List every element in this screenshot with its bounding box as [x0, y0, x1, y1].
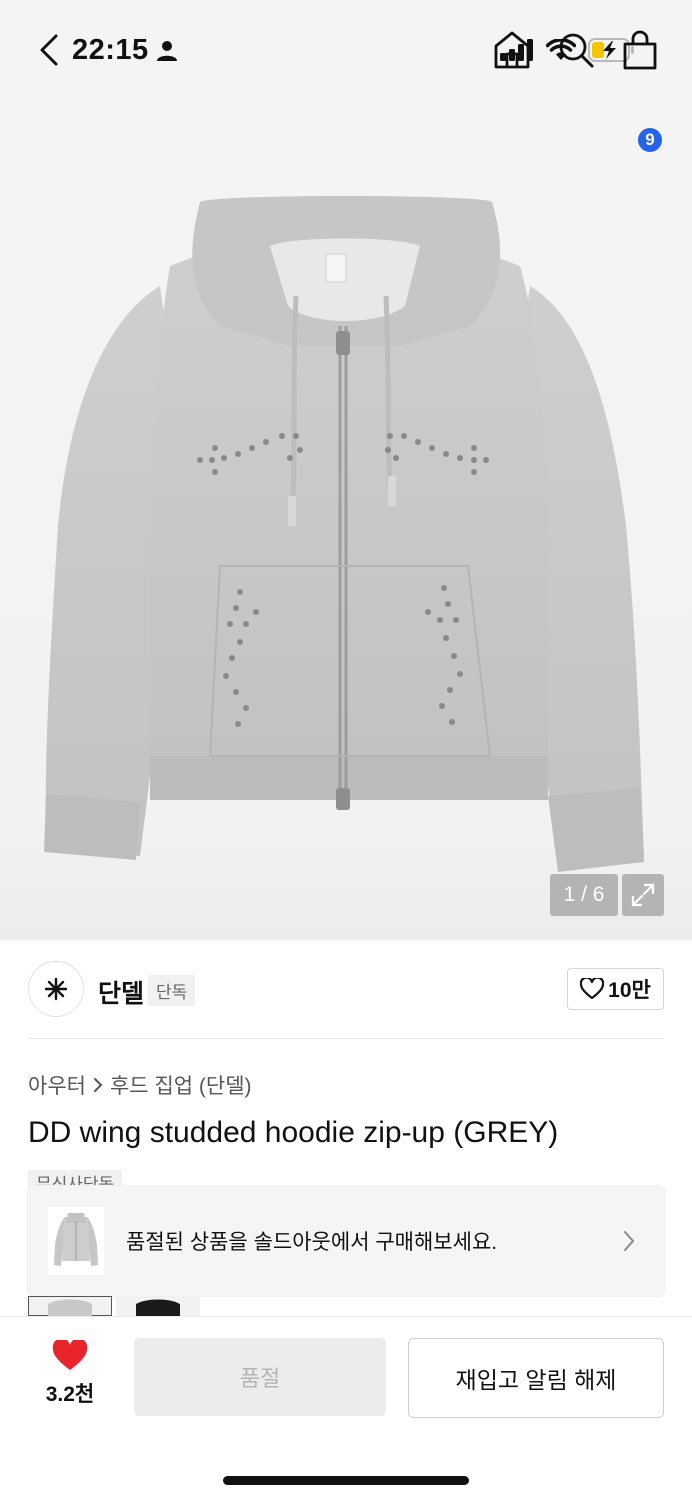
- product-image[interactable]: [0, 196, 692, 940]
- expand-icon: [631, 883, 655, 907]
- product-like-button[interactable]: 3.2천: [28, 1340, 112, 1408]
- breadcrumb-subcategory[interactable]: 후드 집업 (단델): [110, 1070, 252, 1100]
- soldout-button[interactable]: 품절: [134, 1338, 386, 1416]
- soldout-product-thumbnail: [48, 1207, 104, 1275]
- color-option-grey[interactable]: [28, 1296, 112, 1316]
- color-option-black[interactable]: [116, 1296, 200, 1316]
- back-icon[interactable]: [30, 30, 70, 70]
- search-icon[interactable]: [554, 28, 598, 72]
- nav-bar: [0, 100, 692, 196]
- status-time: 22:15: [72, 34, 149, 66]
- home-indicator[interactable]: [223, 1476, 469, 1485]
- divider: [28, 1038, 664, 1039]
- person-icon: [157, 41, 177, 61]
- breadcrumb-category[interactable]: 아우터: [28, 1070, 86, 1100]
- home-icon[interactable]: [490, 28, 534, 72]
- hoodie-thumbnail: [54, 1213, 98, 1266]
- product-like-count: 3.2천: [45, 1383, 95, 1406]
- heart-outline-icon: [580, 978, 605, 1000]
- chevron-right-icon: [93, 1078, 103, 1092]
- image-counter: 1 / 6: [550, 874, 618, 916]
- brand-exclusive-tag: 단독: [148, 975, 196, 1006]
- heart-filled-icon: [52, 1340, 88, 1370]
- chevron-right-icon: [624, 1231, 635, 1251]
- cart-count-badge: 9: [636, 126, 664, 154]
- cart-icon[interactable]: [618, 28, 662, 72]
- soldout-banner-text: 품절된 상품을 솔드아웃에서 구매해보세요.: [126, 1231, 498, 1254]
- brand-logo-icon: [44, 977, 68, 1001]
- hoodie-image: [44, 196, 644, 872]
- brand-name[interactable]: 단델: [98, 974, 144, 1010]
- brand-like-count: 10만: [608, 979, 651, 1002]
- restock-alert-button[interactable]: 재입고 알림 해제: [408, 1338, 664, 1418]
- expand-button[interactable]: [622, 874, 664, 916]
- breadcrumb: 아우터 후드 집업 (단델): [28, 1070, 252, 1100]
- product-title: DD wing studded hoodie zip-up (GREY): [28, 1116, 559, 1149]
- soldout-banner[interactable]: 품절된 상품을 솔드아웃에서 구매해보세요.: [28, 1186, 664, 1296]
- brand-logo[interactable]: [28, 961, 84, 1017]
- color-options: [28, 1296, 200, 1316]
- brand-like-button[interactable]: 10만: [567, 968, 664, 1010]
